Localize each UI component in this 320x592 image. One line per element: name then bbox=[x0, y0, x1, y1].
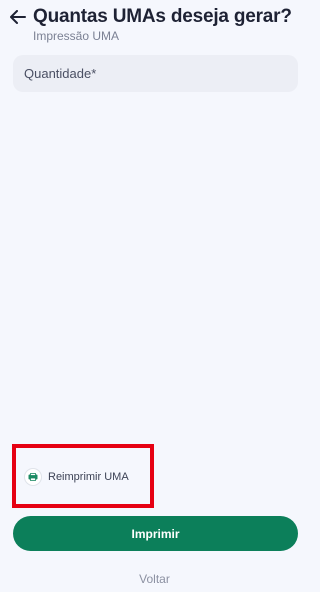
quantity-field[interactable] bbox=[13, 55, 298, 92]
reprint-uma-button[interactable]: Reimprimir UMA bbox=[24, 466, 129, 488]
title-row: Quantas UMAs deseja gerar? bbox=[9, 6, 305, 28]
page-header: Quantas UMAs deseja gerar? Impressão UMA bbox=[9, 6, 305, 43]
print-button[interactable]: Imprimir bbox=[13, 516, 298, 551]
page-subtitle: Impressão UMA bbox=[33, 29, 120, 43]
quantity-input[interactable] bbox=[24, 66, 287, 81]
page-title: Quantas UMAs deseja gerar? bbox=[33, 6, 292, 27]
printer-icon bbox=[24, 468, 42, 486]
back-link[interactable]: Voltar bbox=[0, 572, 309, 586]
reprint-uma-label: Reimprimir UMA bbox=[48, 471, 129, 483]
arrow-left-icon[interactable] bbox=[9, 8, 27, 26]
